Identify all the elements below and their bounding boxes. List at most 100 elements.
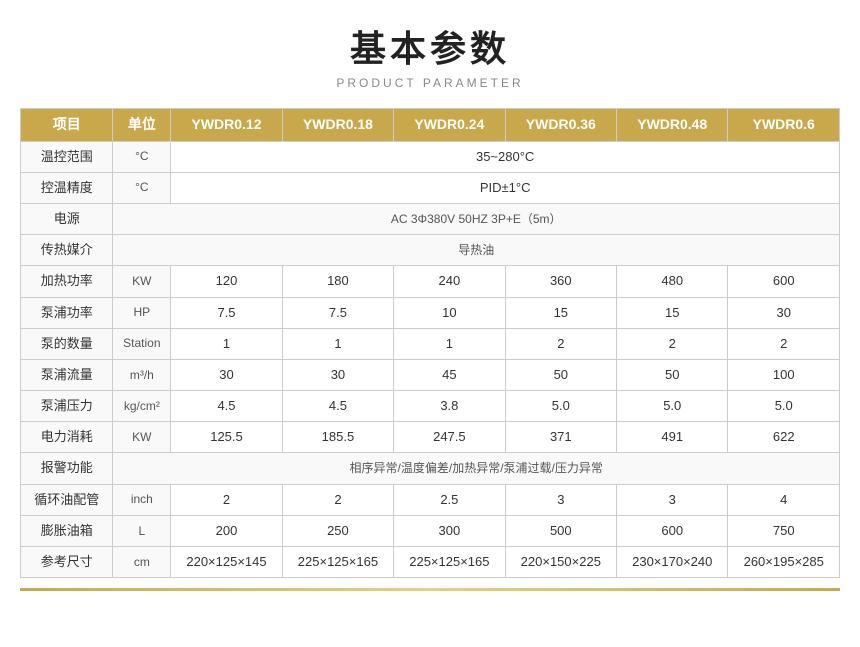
table-row: 循环油配管inch222.5334 [21,484,840,515]
row-value-12-3: 500 [505,515,616,546]
row-unit-5: HP [113,297,171,328]
row-label-12: 膨胀油箱 [21,515,113,546]
row-value-7-2: 45 [394,359,505,390]
row-unit-13: cm [113,547,171,578]
row-unit-7: m³/h [113,359,171,390]
table-row: 泵的数量Station111222 [21,328,840,359]
row-value-8-0: 4.5 [171,391,282,422]
row-unit-6: Station [113,328,171,359]
table-row: 膨胀油箱L200250300500600750 [21,515,840,546]
row-value-9-0: 125.5 [171,422,282,453]
page-title: 基本参数 [350,20,510,72]
row-value-13-2: 225×125×165 [394,547,505,578]
table-row: 加热功率KW120180240360480600 [21,266,840,297]
row-value-13-3: 220×150×225 [505,547,616,578]
row-value-12-4: 600 [617,515,728,546]
row-merged-value-1: PID±1°C [171,172,840,203]
table-row: 电力消耗KW125.5185.5247.5371491622 [21,422,840,453]
row-merged-value-3: 导热油 [113,235,840,266]
table-row: 电源AC 3Φ380V 50HZ 3P+E（5m） [21,203,840,234]
row-value-11-1: 2 [282,484,393,515]
header-cell-0: 项目 [21,109,113,142]
param-table: 项目单位YWDR0.12YWDR0.18YWDR0.24YWDR0.36YWDR… [20,108,840,578]
row-value-9-1: 185.5 [282,422,393,453]
row-label-5: 泵浦功率 [21,297,113,328]
row-value-6-5: 2 [728,328,840,359]
row-label-4: 加热功率 [21,266,113,297]
row-unit-8: kg/cm² [113,391,171,422]
row-value-6-2: 1 [394,328,505,359]
row-value-12-5: 750 [728,515,840,546]
row-merged-value-0: 35~280°C [171,141,840,172]
row-value-7-3: 50 [505,359,616,390]
row-value-7-5: 100 [728,359,840,390]
row-value-4-3: 360 [505,266,616,297]
row-value-6-1: 1 [282,328,393,359]
page-subtitle: PRODUCT PARAMETER [336,76,523,90]
header-cell-4: YWDR0.24 [394,109,505,142]
row-value-13-1: 225×125×165 [282,547,393,578]
header-cell-1: 单位 [113,109,171,142]
row-value-6-4: 2 [617,328,728,359]
table-row: 报警功能相序异常/温度偏差/加热异常/泵浦过载/压力异常 [21,453,840,484]
table-row: 温控范围°C35~280°C [21,141,840,172]
row-value-12-0: 200 [171,515,282,546]
row-value-6-3: 2 [505,328,616,359]
row-value-7-1: 30 [282,359,393,390]
row-value-9-3: 371 [505,422,616,453]
row-value-5-2: 10 [394,297,505,328]
row-value-13-4: 230×170×240 [617,547,728,578]
row-unit-9: KW [113,422,171,453]
row-unit-1: °C [113,172,171,203]
header-cell-3: YWDR0.18 [282,109,393,142]
row-value-5-5: 30 [728,297,840,328]
row-value-11-5: 4 [728,484,840,515]
row-value-8-4: 5.0 [617,391,728,422]
row-merged-value-2: AC 3Φ380V 50HZ 3P+E（5m） [113,203,840,234]
row-label-1: 控温精度 [21,172,113,203]
header-cell-5: YWDR0.36 [505,109,616,142]
table-row: 泵浦功率HP7.57.510151530 [21,297,840,328]
row-value-4-0: 120 [171,266,282,297]
row-value-9-2: 247.5 [394,422,505,453]
table-row: 泵浦压力kg/cm²4.54.53.85.05.05.0 [21,391,840,422]
row-value-9-4: 491 [617,422,728,453]
row-label-11: 循环油配管 [21,484,113,515]
row-value-5-3: 15 [505,297,616,328]
row-unit-12: L [113,515,171,546]
row-value-8-3: 5.0 [505,391,616,422]
row-value-4-4: 480 [617,266,728,297]
row-value-4-1: 180 [282,266,393,297]
row-value-8-1: 4.5 [282,391,393,422]
table-row: 控温精度°CPID±1°C [21,172,840,203]
row-value-11-3: 3 [505,484,616,515]
row-value-6-0: 1 [171,328,282,359]
row-label-13: 参考尺寸 [21,547,113,578]
row-label-0: 温控范围 [21,141,113,172]
row-value-13-5: 260×195×285 [728,547,840,578]
row-unit-4: KW [113,266,171,297]
row-value-5-1: 7.5 [282,297,393,328]
row-value-9-5: 622 [728,422,840,453]
table-header-row: 项目单位YWDR0.12YWDR0.18YWDR0.24YWDR0.36YWDR… [21,109,840,142]
header-cell-7: YWDR0.6 [728,109,840,142]
header-cell-2: YWDR0.12 [171,109,282,142]
row-value-12-1: 250 [282,515,393,546]
row-label-3: 传热媒介 [21,235,113,266]
row-value-4-2: 240 [394,266,505,297]
row-value-11-0: 2 [171,484,282,515]
row-value-4-5: 600 [728,266,840,297]
table-row: 传热媒介导热油 [21,235,840,266]
row-value-5-0: 7.5 [171,297,282,328]
row-value-11-2: 2.5 [394,484,505,515]
row-value-8-5: 5.0 [728,391,840,422]
row-merged-value-10: 相序异常/温度偏差/加热异常/泵浦过载/压力异常 [113,453,840,484]
header-cell-6: YWDR0.48 [617,109,728,142]
row-label-10: 报警功能 [21,453,113,484]
table-row: 泵浦流量m³/h3030455050100 [21,359,840,390]
bottom-decorative-line [20,588,840,591]
row-label-7: 泵浦流量 [21,359,113,390]
row-label-9: 电力消耗 [21,422,113,453]
row-value-5-4: 15 [617,297,728,328]
row-value-13-0: 220×125×145 [171,547,282,578]
